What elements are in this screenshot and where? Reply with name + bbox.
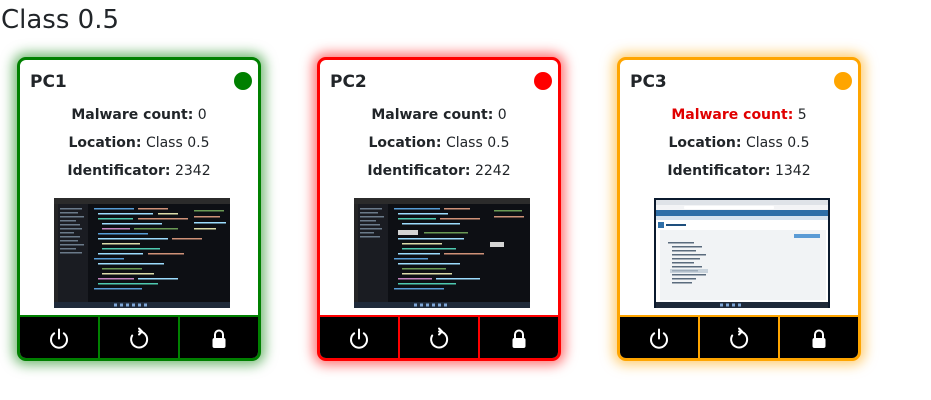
pc-name: PC2 xyxy=(330,72,367,92)
pc-actions-bar xyxy=(320,315,558,358)
malware-count-value: 5 xyxy=(797,107,807,123)
location-value: Class 0.5 xyxy=(445,135,510,151)
malware-count-label: Malware count: xyxy=(371,107,494,123)
power-button[interactable] xyxy=(620,317,700,358)
screen-thumbnail[interactable] xyxy=(54,198,230,308)
restart-button[interactable] xyxy=(100,317,180,358)
malware-count-value: 0 xyxy=(497,107,507,123)
pc-actions-bar xyxy=(20,315,258,358)
malware-count-row: Malware count: 5 xyxy=(620,106,858,124)
identificator-row: Identificator: 2342 xyxy=(20,162,258,180)
restart-icon xyxy=(130,327,149,348)
location-row: Location: Class 0.5 xyxy=(320,134,558,152)
restart-button[interactable] xyxy=(700,317,780,358)
power-icon xyxy=(650,328,668,349)
identificator-value: 1342 xyxy=(774,163,811,179)
screen-thumbnail[interactable] xyxy=(354,198,530,308)
malware-count-label: Malware count: xyxy=(671,107,794,123)
identificator-label: Identificator: xyxy=(367,163,471,179)
lock-button[interactable] xyxy=(180,317,258,358)
malware-count-row: Malware count: 0 xyxy=(320,106,558,124)
location-label: Location: xyxy=(368,135,442,151)
identificator-label: Identificator: xyxy=(667,163,771,179)
power-button[interactable] xyxy=(320,317,400,358)
malware-count-row: Malware count: 0 xyxy=(20,106,258,124)
pc-card: PC2 Malware count: 0 Location: Class 0.5… xyxy=(317,57,561,361)
status-indicator xyxy=(234,72,252,90)
location-row: Location: Class 0.5 xyxy=(620,134,858,152)
power-button[interactable] xyxy=(20,317,100,358)
restart-button[interactable] xyxy=(400,317,480,358)
restart-icon xyxy=(730,327,749,348)
location-label: Location: xyxy=(68,135,142,151)
pc-card: PC1 Malware count: 0 Location: Class 0.5… xyxy=(17,57,261,361)
pc-card-grid: PC1 Malware count: 0 Location: Class 0.5… xyxy=(0,0,931,400)
pc-actions-bar xyxy=(620,315,858,358)
lock-button[interactable] xyxy=(780,317,858,358)
pc-name: PC1 xyxy=(30,72,67,92)
malware-count-label: Malware count: xyxy=(71,107,194,123)
pc-name: PC3 xyxy=(630,72,667,92)
location-value: Class 0.5 xyxy=(745,135,810,151)
location-label: Location: xyxy=(668,135,742,151)
identificator-label: Identificator: xyxy=(67,163,171,179)
status-indicator xyxy=(834,72,852,90)
identificator-row: Identificator: 2242 xyxy=(320,162,558,180)
location-row: Location: Class 0.5 xyxy=(20,134,258,152)
lock-icon xyxy=(812,329,826,348)
pc-card: PC3 Malware count: 5 Location: Class 0.5… xyxy=(617,57,861,361)
power-icon xyxy=(50,328,68,349)
lock-button[interactable] xyxy=(480,317,558,358)
identificator-value: 2242 xyxy=(474,163,511,179)
identificator-value: 2342 xyxy=(174,163,211,179)
location-value: Class 0.5 xyxy=(145,135,210,151)
restart-icon xyxy=(430,327,449,348)
identificator-row: Identificator: 1342 xyxy=(620,162,858,180)
power-icon xyxy=(350,328,368,349)
screen-thumbnail[interactable] xyxy=(654,198,830,308)
lock-icon xyxy=(512,329,526,348)
status-indicator xyxy=(534,72,552,90)
malware-count-value: 0 xyxy=(197,107,207,123)
lock-icon xyxy=(212,329,226,348)
